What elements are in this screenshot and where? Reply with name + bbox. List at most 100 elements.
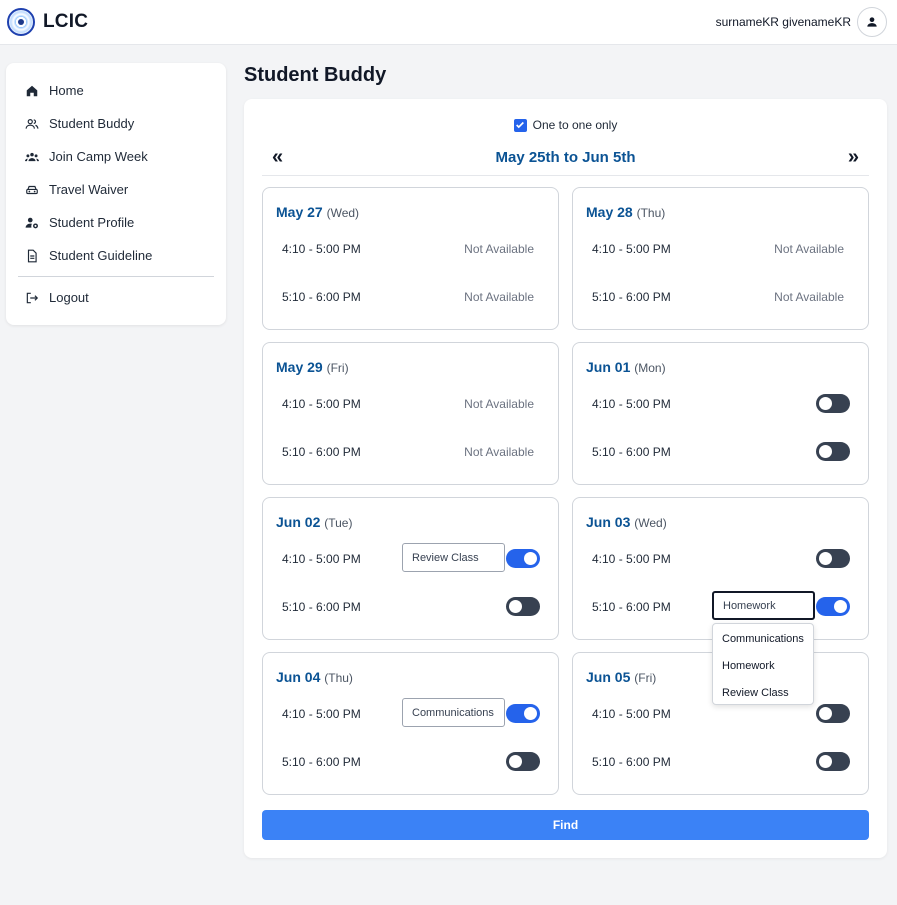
slot-time: 5:10 - 6:00 PM bbox=[592, 755, 671, 769]
logout-button[interactable]: Logout bbox=[18, 281, 214, 314]
day-card: Jun 04 (Thu) 4:10 - 5:00 PM Communicatio… bbox=[262, 652, 559, 795]
sidebar-item-join-camp-week[interactable]: Join Camp Week bbox=[18, 140, 214, 173]
user-gear-icon bbox=[25, 217, 38, 228]
one-to-one-label: One to one only bbox=[532, 118, 618, 132]
logo-icon bbox=[7, 8, 35, 36]
slot-toggle[interactable] bbox=[816, 597, 850, 616]
check-icon bbox=[516, 121, 525, 129]
slot-time: 4:10 - 5:00 PM bbox=[282, 707, 361, 721]
slot-time: 5:10 - 6:00 PM bbox=[282, 755, 361, 769]
slot-toggle[interactable] bbox=[816, 752, 850, 771]
day-card-title: May 28 (Thu) bbox=[586, 204, 665, 220]
slot-toggle[interactable] bbox=[506, 752, 540, 771]
slot-toggle[interactable] bbox=[816, 704, 850, 723]
sidebar-item-student-buddy[interactable]: Student Buddy bbox=[18, 107, 214, 140]
user-icon bbox=[867, 17, 877, 27]
page-title: Student Buddy bbox=[244, 64, 387, 86]
previous-range-button[interactable]: « bbox=[272, 147, 283, 167]
sidebar-item-label: Home bbox=[49, 83, 84, 98]
day-card: Jun 02 (Tue) 4:10 - 5:00 PM Review Class… bbox=[262, 497, 559, 640]
document-icon bbox=[27, 249, 37, 262]
day-date: May 28 bbox=[586, 204, 633, 220]
slot-toggle[interactable] bbox=[506, 597, 540, 616]
slot-toggle[interactable] bbox=[506, 704, 540, 723]
slot-status: Not Available bbox=[774, 242, 844, 256]
avatar[interactable] bbox=[857, 7, 887, 37]
brand[interactable]: LCIC bbox=[7, 8, 88, 36]
day-card-title: May 29 (Fri) bbox=[276, 359, 349, 375]
topic-select[interactable]: Review Class bbox=[402, 543, 505, 572]
day-date: May 29 bbox=[276, 359, 323, 375]
sidebar-item-label: Student Buddy bbox=[49, 116, 135, 131]
car-icon bbox=[26, 185, 38, 194]
day-date: Jun 03 bbox=[586, 514, 631, 530]
day-card-title: May 27 (Wed) bbox=[276, 204, 359, 220]
day-weekday: (Tue) bbox=[324, 516, 353, 530]
slot-time: 4:10 - 5:00 PM bbox=[592, 552, 671, 566]
sidebar-divider bbox=[18, 276, 214, 277]
day-card-title: Jun 05 (Fri) bbox=[586, 669, 656, 685]
app-name: LCIC bbox=[43, 11, 89, 32]
slot-status: Not Available bbox=[464, 290, 534, 304]
dropdown-option-communications[interactable]: Communications bbox=[713, 625, 813, 652]
sidebar: Home Student Buddy Join Camp Week Travel… bbox=[6, 63, 226, 325]
date-range-label: May 25th to Jun 5th bbox=[495, 148, 636, 166]
day-card: Jun 03 (Wed) 4:10 - 5:00 PM 5:10 - 6:00 … bbox=[572, 497, 869, 640]
slot-status: Not Available bbox=[464, 397, 534, 411]
slot-time: 4:10 - 5:00 PM bbox=[282, 397, 361, 411]
slot-time: 5:10 - 6:00 PM bbox=[282, 290, 361, 304]
sidebar-item-home[interactable]: Home bbox=[18, 74, 214, 107]
day-weekday: (Thu) bbox=[324, 671, 353, 685]
day-date: Jun 01 bbox=[586, 359, 631, 375]
sidebar-item-student-profile[interactable]: Student Profile bbox=[18, 206, 214, 239]
date-range-nav: « May 25th to Jun 5th » bbox=[262, 139, 869, 176]
slot-time: 4:10 - 5:00 PM bbox=[282, 552, 361, 566]
user-name: surnameKR givenameKR bbox=[715, 15, 851, 29]
day-date: Jun 04 bbox=[276, 669, 321, 685]
day-weekday: (Mon) bbox=[634, 361, 666, 375]
topic-dropdown-menu: Communications Homework Review Class bbox=[712, 623, 814, 705]
topic-select[interactable]: Communications bbox=[402, 698, 505, 727]
slot-toggle[interactable] bbox=[816, 442, 850, 461]
one-to-one-checkbox[interactable] bbox=[513, 118, 527, 132]
find-button[interactable]: Find bbox=[262, 810, 869, 840]
top-bar: LCIC surnameKR givenameKR bbox=[0, 0, 897, 45]
sidebar-item-label: Student Guideline bbox=[49, 248, 153, 263]
slot-time: 4:10 - 5:00 PM bbox=[592, 397, 671, 411]
slot-toggle[interactable] bbox=[816, 549, 850, 568]
slot-time: 4:10 - 5:00 PM bbox=[592, 242, 671, 256]
day-weekday: (Fri) bbox=[634, 671, 657, 685]
one-to-one-filter: One to one only bbox=[244, 118, 887, 132]
slot-status: Not Available bbox=[774, 290, 844, 304]
logout-icon bbox=[26, 292, 39, 303]
next-range-button[interactable]: » bbox=[848, 147, 859, 167]
day-weekday: (Wed) bbox=[326, 206, 360, 220]
slot-time: 5:10 - 6:00 PM bbox=[592, 290, 671, 304]
day-weekday: (Wed) bbox=[634, 516, 667, 530]
slot-toggle[interactable] bbox=[816, 394, 850, 413]
slot-toggle[interactable] bbox=[506, 549, 540, 568]
slot-time: 5:10 - 6:00 PM bbox=[592, 600, 671, 614]
sidebar-item-label: Travel Waiver bbox=[49, 182, 129, 197]
topic-select[interactable]: Homework bbox=[712, 591, 815, 620]
day-card-title: Jun 01 (Mon) bbox=[586, 359, 666, 375]
sidebar-item-student-guideline[interactable]: Student Guideline bbox=[18, 239, 214, 272]
slot-time: 5:10 - 6:00 PM bbox=[282, 445, 361, 459]
slot-time: 5:10 - 6:00 PM bbox=[592, 445, 671, 459]
user-menu[interactable]: surnameKR givenameKR bbox=[716, 7, 887, 37]
dropdown-option-homework[interactable]: Homework bbox=[713, 652, 813, 679]
sidebar-item-label: Join Camp Week bbox=[49, 149, 148, 164]
slot-time: 4:10 - 5:00 PM bbox=[282, 242, 361, 256]
slot-status: Not Available bbox=[464, 242, 534, 256]
day-weekday: (Thu) bbox=[636, 206, 666, 220]
slot-time: 4:10 - 5:00 PM bbox=[592, 707, 671, 721]
dropdown-option-review-class[interactable]: Review Class bbox=[713, 679, 813, 706]
day-date: Jun 05 bbox=[586, 669, 631, 685]
day-card: May 28 (Thu) 4:10 - 5:00 PM Not Availabl… bbox=[572, 187, 869, 330]
slot-status: Not Available bbox=[464, 445, 534, 459]
day-card: Jun 01 (Mon) 4:10 - 5:00 PM 5:10 - 6:00 … bbox=[572, 342, 869, 485]
sidebar-item-travel-waiver[interactable]: Travel Waiver bbox=[18, 173, 214, 206]
day-card-title: Jun 02 (Tue) bbox=[276, 514, 352, 530]
day-card-title: Jun 04 (Thu) bbox=[276, 669, 353, 685]
logout-label: Logout bbox=[49, 290, 89, 305]
